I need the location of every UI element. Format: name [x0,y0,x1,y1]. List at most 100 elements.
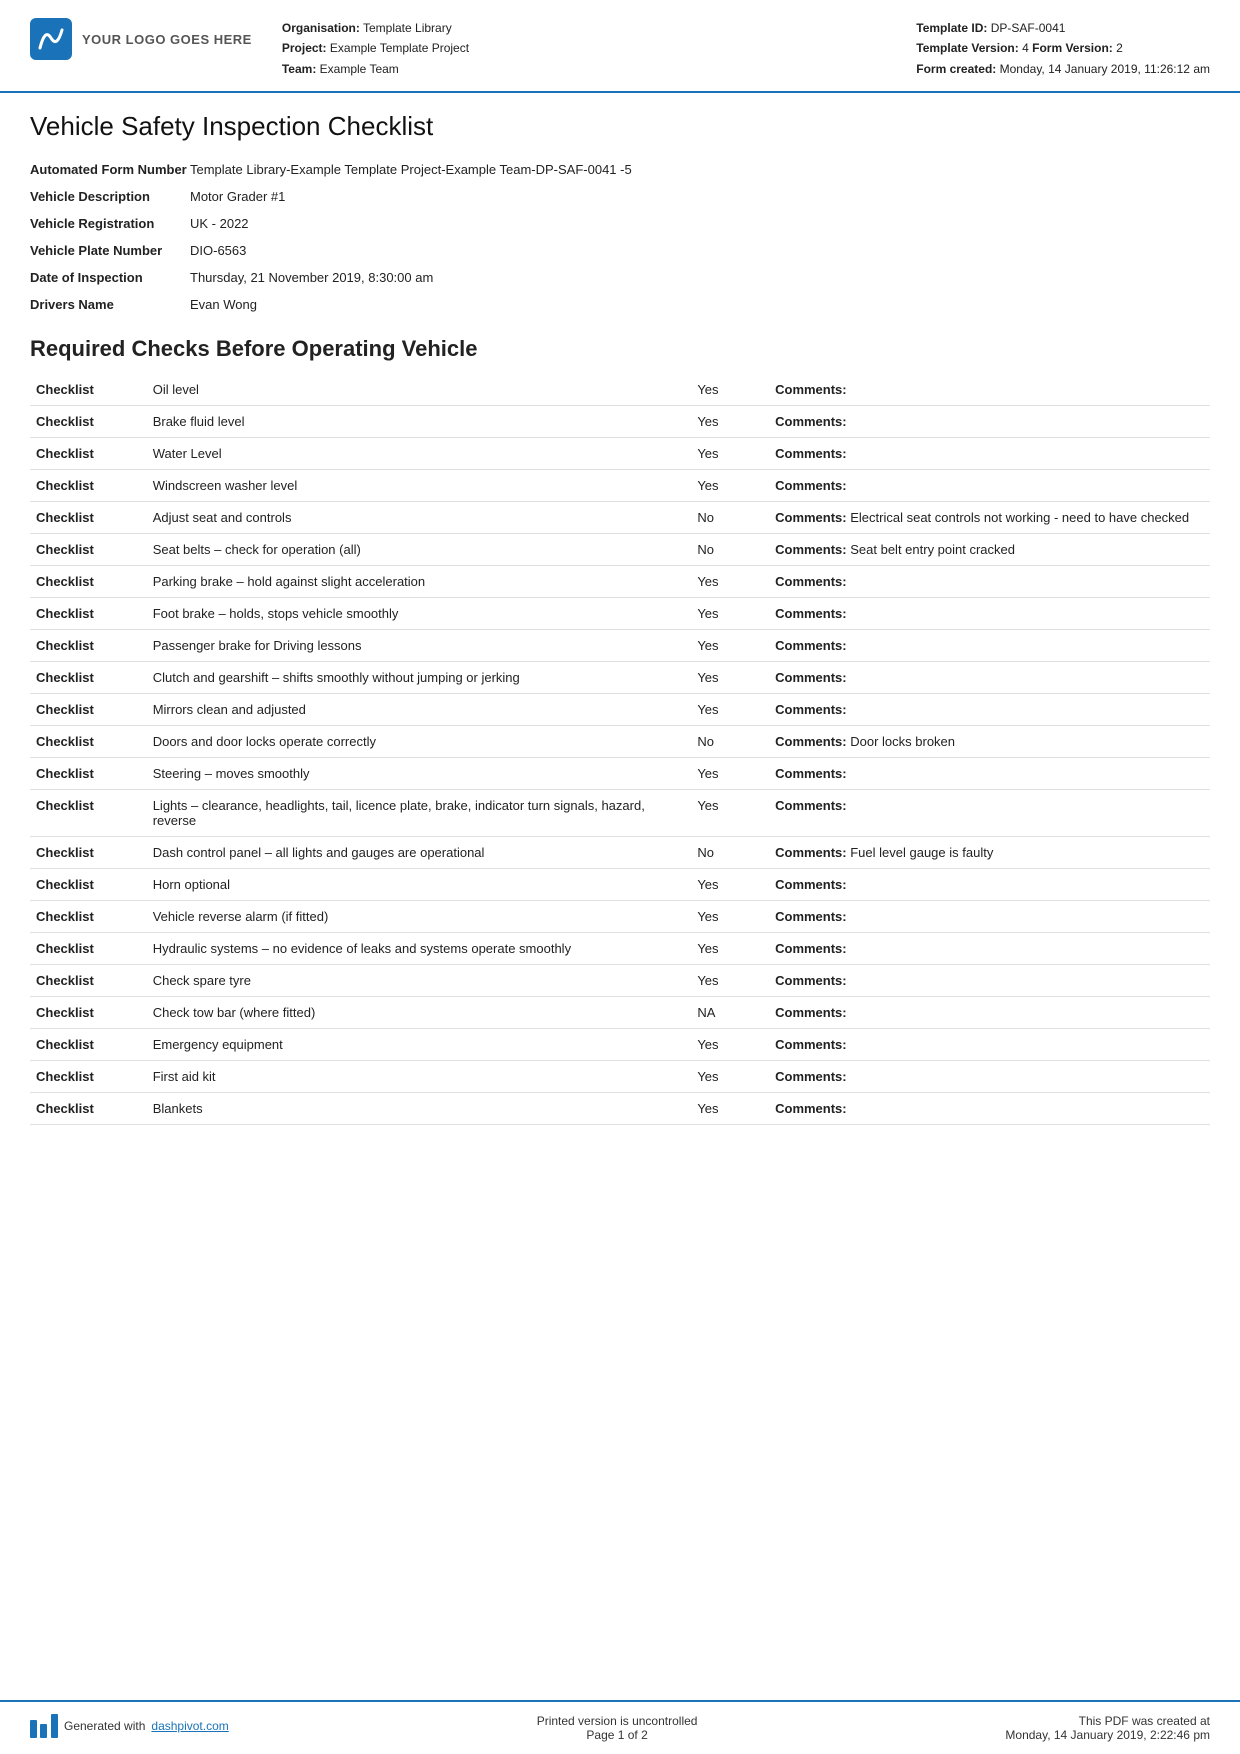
checklist-row-value: No [691,534,769,566]
table-row: ChecklistVehicle reverse alarm (if fitte… [30,901,1210,933]
date-of-inspection-label: Date of Inspection [30,264,190,291]
checklist-row-item: Passenger brake for Driving lessons [147,630,692,662]
table-row: ChecklistBrake fluid levelYesComments: [30,406,1210,438]
table-row: ChecklistClutch and gearshift – shifts s… [30,662,1210,694]
checklist-row-item: Check tow bar (where fitted) [147,997,692,1029]
vehicle-plate-value: DIO-6563 [190,237,1210,264]
table-row: ChecklistParking brake – hold against sl… [30,566,1210,598]
form-version-value: 2 [1116,41,1123,55]
project-value: Example Template Project [330,41,469,55]
table-row: ChecklistWindscreen washer levelYesComme… [30,470,1210,502]
drivers-name-label: Drivers Name [30,291,190,318]
checklist-row-value: Yes [691,470,769,502]
checklist-row-label: Checklist [30,901,147,933]
vehicle-description-value: Motor Grader #1 [190,183,1210,210]
checklist-row-value: Yes [691,1029,769,1061]
checklist-row-item: Parking brake – hold against slight acce… [147,566,692,598]
checklist-row-label: Checklist [30,1029,147,1061]
checklist-row-comments: Comments: [769,438,1210,470]
section-heading: Required Checks Before Operating Vehicle [30,336,1210,362]
checklist-row-label: Checklist [30,997,147,1029]
checklist-row-value: Yes [691,406,769,438]
footer-center-line1: Printed version is uncontrolled [537,1714,698,1728]
checklist-row-value: Yes [691,869,769,901]
vehicle-plate-label: Vehicle Plate Number [30,237,190,264]
footer-generated-text: Generated with [64,1719,145,1733]
checklist-row-comments: Comments: [769,662,1210,694]
template-id-value: DP-SAF-0041 [991,21,1066,35]
checklist-row-comments: Comments: Door locks broken [769,726,1210,758]
checklist-row-item: Windscreen washer level [147,470,692,502]
table-row: ChecklistFoot brake – holds, stops vehic… [30,598,1210,630]
table-row: ChecklistOil levelYesComments: [30,374,1210,406]
checklist-row-item: Steering – moves smoothly [147,758,692,790]
checklist-row-item: Water Level [147,438,692,470]
checklist-row-value: Yes [691,598,769,630]
table-row: ChecklistCheck spare tyreYesComments: [30,965,1210,997]
template-id-label: Template ID: [916,21,987,35]
checklist-row-label: Checklist [30,534,147,566]
checklist-row-value: No [691,837,769,869]
checklist-row-comments: Comments: [769,694,1210,726]
checklist-row-comments: Comments: [769,374,1210,406]
logo-icon [30,18,72,60]
header-meta-center: Organisation: Template Library Project: … [282,18,916,79]
form-created-value: Monday, 14 January 2019, 11:26:12 am [1000,62,1210,76]
checklist-row-comments: Comments: [769,1093,1210,1125]
checklist-row-comments: Comments: [769,1061,1210,1093]
checklist-row-comments: Comments: [769,598,1210,630]
checklist-row-label: Checklist [30,869,147,901]
checklist-row-label: Checklist [30,837,147,869]
checklist-row-value: Yes [691,694,769,726]
checklist-row-comments: Comments: Electrical seat controls not w… [769,502,1210,534]
checklist-row-item: Doors and door locks operate correctly [147,726,692,758]
main-content: Vehicle Safety Inspection Checklist Auto… [0,93,1240,1700]
table-row: ChecklistWater LevelYesComments: [30,438,1210,470]
checklist-row-comments: Comments: [769,566,1210,598]
checklist-row-label: Checklist [30,1093,147,1125]
form-version-label: Form Version: [1032,41,1113,55]
checklist-row-comments: Comments: [769,758,1210,790]
checklist-row-value: Yes [691,438,769,470]
org-value: Template Library [363,21,452,35]
checklist-table: ChecklistOil levelYesComments:ChecklistB… [30,374,1210,1125]
checklist-row-label: Checklist [30,790,147,837]
drivers-name-value: Evan Wong [190,291,1210,318]
checklist-row-comments: Comments: Fuel level gauge is faulty [769,837,1210,869]
automated-form-number-label: Automated Form Number [30,156,190,183]
footer: Generated with dashpivot.com Printed ver… [0,1700,1240,1754]
checklist-row-comments: Comments: [769,901,1210,933]
footer-dashpivot-link[interactable]: dashpivot.com [151,1719,228,1733]
checklist-row-comments: Comments: [769,790,1210,837]
checklist-row-label: Checklist [30,374,147,406]
vehicle-description-label: Vehicle Description [30,183,190,210]
checklist-row-comments: Comments: [769,869,1210,901]
checklist-row-comments: Comments: [769,630,1210,662]
checklist-row-item: First aid kit [147,1061,692,1093]
checklist-row-label: Checklist [30,566,147,598]
page-title: Vehicle Safety Inspection Checklist [30,111,1210,142]
checklist-row-item: Mirrors clean and adjusted [147,694,692,726]
footer-right-line2: Monday, 14 January 2019, 2:22:46 pm [1005,1728,1210,1742]
table-row: ChecklistBlanketsYesComments: [30,1093,1210,1125]
table-row: ChecklistCheck tow bar (where fitted)NAC… [30,997,1210,1029]
team-value: Example Team [320,62,399,76]
template-version-label: Template Version: [916,41,1018,55]
info-grid: Automated Form Number Template Library-E… [30,156,1210,318]
checklist-row-value: Yes [691,374,769,406]
logo-block: YOUR LOGO GOES HERE [30,18,252,60]
checklist-row-comments: Comments: [769,997,1210,1029]
checklist-row-value: No [691,726,769,758]
checklist-row-label: Checklist [30,630,147,662]
date-of-inspection-value: Thursday, 21 November 2019, 8:30:00 am [190,264,1210,291]
table-row: ChecklistSteering – moves smoothlyYesCom… [30,758,1210,790]
team-label: Team: [282,62,316,76]
checklist-row-comments: Comments: [769,965,1210,997]
checklist-row-value: Yes [691,1061,769,1093]
checklist-row-value: Yes [691,790,769,837]
footer-right-line1: This PDF was created at [1005,1714,1210,1728]
table-row: ChecklistEmergency equipmentYesComments: [30,1029,1210,1061]
table-row: ChecklistSeat belts – check for operatio… [30,534,1210,566]
checklist-row-item: Foot brake – holds, stops vehicle smooth… [147,598,692,630]
automated-form-number-value: Template Library-Example Template Projec… [190,156,1210,183]
